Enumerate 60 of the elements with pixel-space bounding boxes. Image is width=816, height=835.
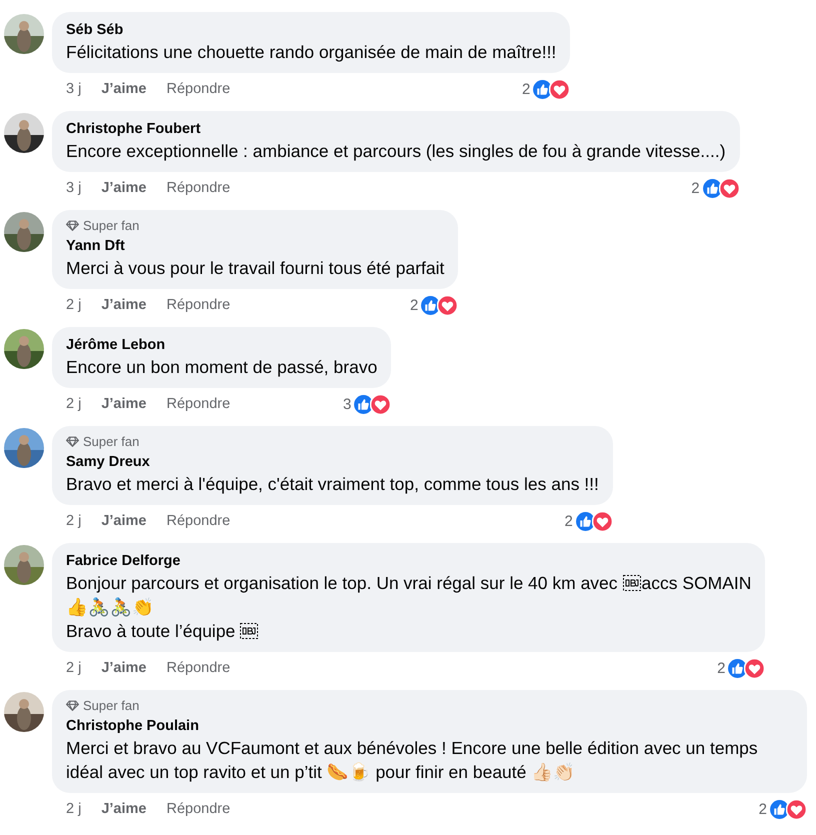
timestamp[interactable]: 2 j — [66, 801, 82, 817]
badge-label: Super fan — [83, 218, 140, 233]
diamond-icon — [66, 436, 79, 447]
author-name[interactable]: Christophe Poulain — [66, 716, 793, 736]
object-placeholder-icon — [622, 575, 641, 591]
diamond-icon — [66, 220, 79, 231]
reaction-count[interactable]: 2 — [564, 512, 573, 530]
timestamp[interactable]: 2 j — [66, 297, 82, 313]
timestamp[interactable]: 3 j — [66, 81, 82, 97]
reaction-count[interactable]: 2 — [522, 80, 530, 98]
timestamp[interactable]: 2 j — [66, 660, 82, 676]
comment-text: Bravo et merci à l'équipe, c'était vraiment top, comme tous les ans !!! — [66, 474, 599, 494]
heart-reaction-icon — [437, 294, 458, 316]
heart-reaction-icon — [718, 178, 740, 198]
comment-text: Bravo à toute l’équipe — [66, 621, 236, 641]
timestamp[interactable]: 3 j — [66, 180, 82, 196]
badge-label: Super fan — [83, 434, 140, 449]
author-name[interactable]: Jérôme Lebon — [66, 335, 378, 355]
object-placeholder-icon — [240, 623, 258, 639]
author-name[interactable]: Samy Dreux — [66, 452, 599, 472]
heart-reaction-icon — [592, 510, 613, 532]
reply-link[interactable]: Répondre — [166, 660, 230, 676]
like-link[interactable]: J’aime — [101, 180, 146, 196]
like-link[interactable]: J’aime — [101, 81, 146, 97]
comment-text: accs SOMAIN — [642, 573, 752, 593]
badge-label: Super fan — [83, 698, 140, 713]
like-link[interactable]: J’aime — [101, 660, 146, 676]
diamond-icon — [66, 700, 79, 711]
author-name[interactable]: Séb Séb — [66, 20, 556, 40]
author-name[interactable]: Fabrice Delforge — [66, 551, 752, 571]
like-link[interactable]: J’aime — [101, 801, 146, 817]
author-name[interactable]: Christophe Foubert — [66, 119, 726, 139]
heart-reaction-icon — [370, 394, 392, 414]
comment-text: Félicitations une chouette rando organisée de main de maître!!! — [66, 42, 556, 62]
heart-reaction-icon — [786, 798, 807, 820]
reaction-count[interactable]: 2 — [410, 296, 418, 314]
timestamp[interactable]: 2 j — [66, 513, 82, 529]
comment-text: Merci et bravo au VCFaumont et aux bénévoles ! Encore une belle édition avec un temps idéal avec un top ravito et un p’tit 🌭🍺 pour finir en beauté 👍🏻👏🏻 — [66, 738, 758, 782]
reply-link[interactable]: Répondre — [166, 513, 230, 529]
timestamp[interactable]: 2 j — [66, 396, 82, 412]
reaction-count[interactable]: 2 — [691, 180, 700, 196]
reply-link[interactable]: Répondre — [166, 396, 230, 412]
reaction-count[interactable]: 2 — [758, 800, 767, 818]
like-link[interactable]: J’aime — [101, 297, 146, 313]
comment-text: Encore exceptionnelle : ambiance et parcours (les singles de fou à grande vitesse....) — [66, 141, 726, 161]
reaction-count[interactable]: 2 — [717, 660, 726, 676]
reply-link[interactable]: Répondre — [166, 81, 230, 97]
reply-link[interactable]: Répondre — [166, 801, 230, 817]
comment-text: 👍🚴🚴👏 — [66, 597, 154, 617]
reply-link[interactable]: Répondre — [166, 180, 230, 196]
reaction-count[interactable]: 3 — [342, 396, 352, 412]
comment-text: Encore un bon moment de passé, bravo — [66, 357, 378, 377]
author-name[interactable]: Yann Dft — [66, 236, 444, 256]
like-link[interactable]: J’aime — [101, 396, 146, 412]
heart-reaction-icon — [549, 78, 570, 100]
reply-link[interactable]: Répondre — [166, 297, 230, 313]
comment-text: Bonjour parcours et organisation le top. Un vrai régal sur le 40 km avec — [66, 573, 618, 593]
comment-text: Merci à vous pour le travail fourni tous été parfait — [66, 258, 444, 278]
like-link[interactable]: J’aime — [101, 513, 146, 529]
heart-reaction-icon — [744, 658, 766, 678]
